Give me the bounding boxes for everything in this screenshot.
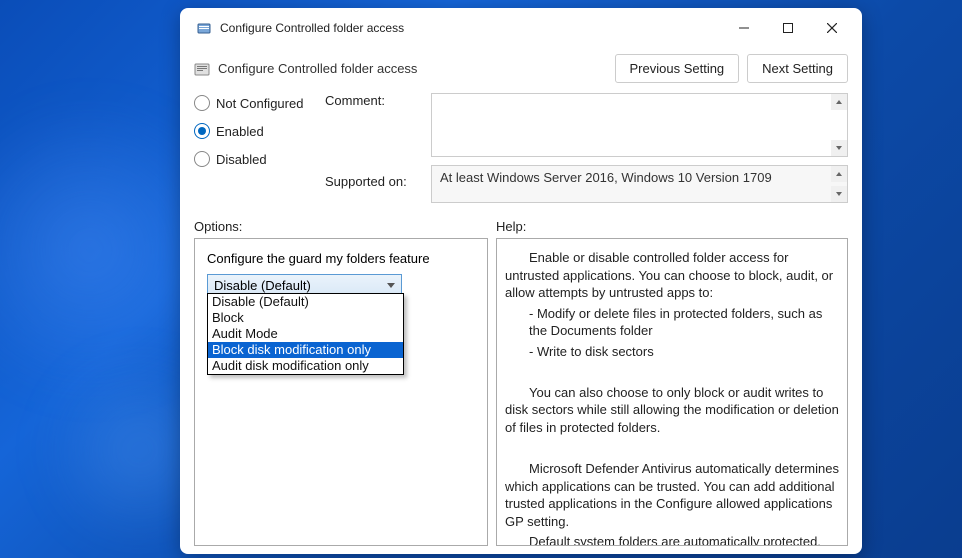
options-feature-label: Configure the guard my folders feature (207, 251, 475, 266)
help-label: Help: (496, 219, 526, 234)
policy-icon (196, 20, 212, 36)
help-text: Enable or disable controlled folder acce… (505, 249, 839, 302)
scroll-up-icon[interactable] (831, 94, 847, 110)
previous-setting-button[interactable]: Previous Setting (615, 54, 740, 83)
header-row: Configure Controlled folder access Previ… (180, 48, 862, 93)
help-text: - Modify or delete files in protected fo… (505, 305, 839, 340)
config-row: Not Configured Enabled Disabled Comment:… (180, 93, 862, 211)
radio-label: Disabled (216, 152, 267, 167)
radio-icon (194, 123, 210, 139)
panels: Configure the guard my folders feature D… (180, 238, 862, 554)
help-panel: Enable or disable controlled folder acce… (496, 238, 848, 546)
help-text: Microsoft Defender Antivirus automatical… (505, 460, 839, 530)
comment-textarea[interactable] (431, 93, 848, 157)
maximize-button[interactable] (766, 12, 810, 44)
supported-on-field: At least Windows Server 2016, Windows 10… (431, 165, 848, 203)
options-label: Options: (194, 219, 496, 234)
options-panel: Configure the guard my folders feature D… (194, 238, 488, 546)
supported-on-text: At least Windows Server 2016, Windows 10… (440, 170, 772, 185)
dropdown-selected: Disable (Default) (214, 278, 311, 293)
window-title: Configure Controlled folder access (220, 21, 404, 35)
chevron-down-icon (387, 283, 395, 288)
state-radio-group: Not Configured Enabled Disabled (194, 95, 309, 203)
policy-icon (194, 61, 210, 77)
radio-label: Not Configured (216, 96, 303, 111)
dialog-window: Configure Controlled folder access Confi… (180, 8, 862, 554)
panel-labels: Options: Help: (180, 211, 862, 238)
help-text: - Write to disk sectors (505, 343, 839, 361)
help-text: You can also choose to only block or aud… (505, 384, 839, 437)
help-text: Default system folders are automatically… (505, 533, 839, 546)
minimize-button[interactable] (722, 12, 766, 44)
value-column: At least Windows Server 2016, Windows 10… (431, 93, 848, 203)
header-title: Configure Controlled folder access (218, 61, 607, 76)
next-setting-button[interactable]: Next Setting (747, 54, 848, 83)
label-column: Comment: Supported on: (325, 93, 415, 203)
dropdown-option[interactable]: Audit disk modification only (208, 358, 403, 374)
radio-icon (194, 95, 210, 111)
dropdown-option[interactable]: Block disk modification only (208, 342, 403, 358)
dropdown-option[interactable]: Block (208, 310, 403, 326)
radio-not-configured[interactable]: Not Configured (194, 95, 309, 111)
supported-label: Supported on: (325, 174, 415, 189)
guard-mode-dropdown-list: Disable (Default) Block Audit Mode Block… (207, 293, 404, 375)
close-button[interactable] (810, 12, 854, 44)
scroll-up-icon[interactable] (831, 166, 847, 182)
dropdown-option[interactable]: Audit Mode (208, 326, 403, 342)
scroll-down-icon[interactable] (831, 140, 847, 156)
dropdown-option[interactable]: Disable (Default) (208, 294, 403, 310)
titlebar: Configure Controlled folder access (180, 8, 862, 48)
radio-disabled[interactable]: Disabled (194, 151, 309, 167)
comment-label: Comment: (325, 93, 415, 108)
radio-enabled[interactable]: Enabled (194, 123, 309, 139)
radio-label: Enabled (216, 124, 264, 139)
radio-icon (194, 151, 210, 167)
scroll-down-icon[interactable] (831, 186, 847, 202)
